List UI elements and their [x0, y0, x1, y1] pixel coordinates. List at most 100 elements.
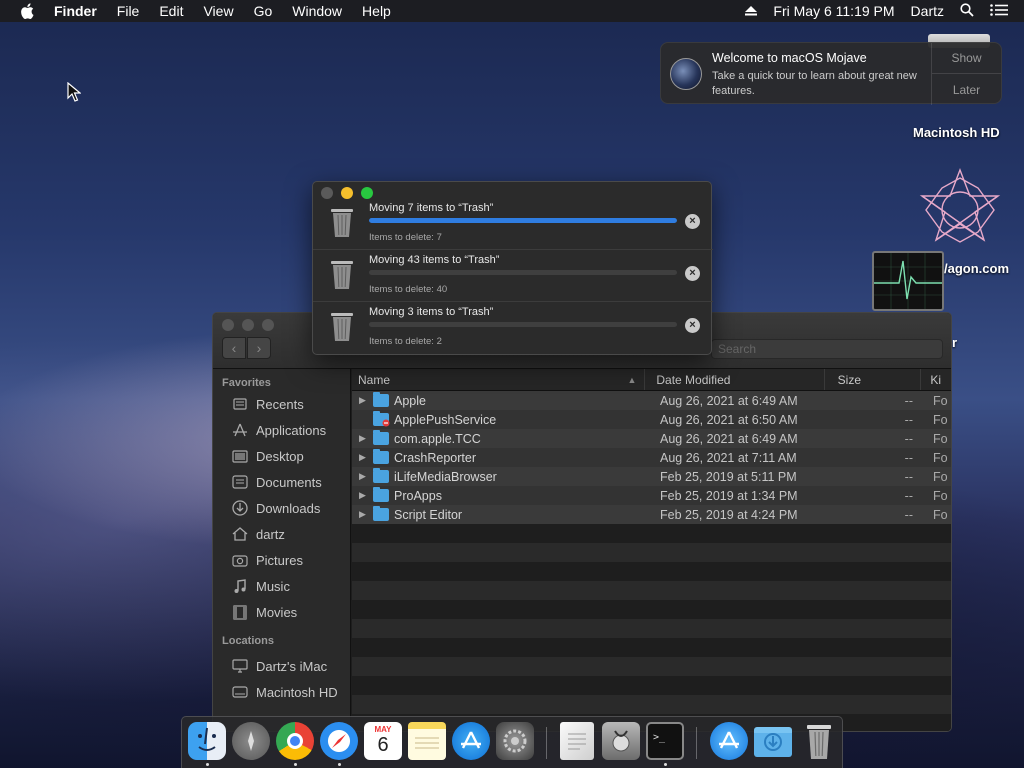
menu-clock[interactable]: Fri May 6 11:19 PM — [773, 3, 894, 19]
file-size: -- — [904, 431, 913, 446]
column-header-date[interactable]: Date Modified — [645, 369, 825, 390]
column-size-label: Size — [837, 372, 862, 387]
move-task: Moving 3 items to “Trash” Items to delet… — [313, 302, 713, 354]
launchpad-dock-icon[interactable] — [232, 722, 270, 760]
desktop-icon-label-hd[interactable]: Macintosh HD — [913, 125, 1000, 140]
apple-logo-icon[interactable] — [20, 3, 38, 19]
search-input[interactable]: Search — [711, 339, 943, 359]
file-list: Name ▲ Date Modified Size Ki ▶ Apple Aug 26… — [352, 369, 951, 731]
disclosure-triangle-icon[interactable]: ▶ — [359, 395, 373, 406]
chevron-left-icon: ‹ — [231, 340, 237, 356]
sidebar-item-desktop[interactable]: Desktop — [213, 443, 350, 469]
close-icon: × — [689, 267, 696, 279]
table-row[interactable]: ▶ com.apple.TCC Aug 26, 2021 at 6:49 AM -- F… — [352, 429, 951, 448]
zoom-window-button[interactable] — [262, 319, 274, 331]
finder-dock-icon[interactable] — [188, 722, 226, 760]
cancel-task-button[interactable]: × — [685, 318, 700, 333]
table-row[interactable]: ApplePushService Aug 26, 2021 at 6:50 AM -… — [352, 410, 951, 429]
table-row[interactable]: ▶ Apple Aug 26, 2021 at 6:49 AM -- Fo — [352, 391, 951, 410]
table-row[interactable]: ▶ Script Editor Feb 25, 2019 at 4:24 PM -- F… — [352, 505, 951, 524]
disk-utility-dock-icon[interactable] — [602, 722, 640, 760]
sidebar-item-downloads[interactable]: Downloads — [213, 495, 350, 521]
spotlight-search-icon[interactable] — [960, 2, 974, 20]
disclosure-triangle-icon[interactable]: ▶ — [359, 452, 373, 463]
close-window-button[interactable] — [222, 319, 234, 331]
table-row[interactable]: ▶ iLifeMediaBrowser Feb 25, 2019 at 5:11 P… — [352, 467, 951, 486]
disclosure-triangle-icon[interactable]: ▶ — [359, 471, 373, 482]
sidebar-item-movies[interactable]: Movies — [213, 599, 350, 625]
terminal-dock-icon[interactable]: >_ — [646, 722, 684, 760]
cancel-task-button[interactable]: × — [685, 214, 700, 229]
sidebar-item-applications[interactable]: Applications — [213, 417, 350, 443]
back-button[interactable]: ‹ — [222, 337, 246, 359]
task-progress-bar — [369, 322, 677, 327]
folder-icon — [373, 449, 389, 464]
table-row[interactable]: ▶ ProApps Feb 25, 2019 at 1:34 PM -- Fo — [352, 486, 951, 505]
file-name: com.apple.TCC — [394, 431, 481, 446]
svg-text:>_: >_ — [653, 732, 666, 743]
sidebar-item-label: Dartz's iMac — [256, 658, 328, 674]
notification-show-button[interactable]: Show — [932, 43, 1001, 74]
sidebar-item-documents[interactable]: Documents — [213, 469, 350, 495]
menu-help[interactable]: Help — [362, 3, 391, 19]
file-date: Feb 25, 2019 at 1:34 PM — [660, 488, 798, 503]
notification-later-button[interactable]: Later — [932, 74, 1001, 105]
system-preferences-dock-icon[interactable] — [496, 722, 534, 760]
sidebar-item-label: dartz — [256, 526, 285, 542]
disclosure-triangle-icon[interactable]: ▶ — [359, 433, 373, 444]
menu-user[interactable]: Dartz — [911, 3, 944, 19]
calendar-dock-icon[interactable]: MAY 6 — [364, 722, 402, 760]
task-title: Moving 7 items to “Trash” — [369, 202, 494, 214]
sidebar-item-home[interactable]: dartz — [213, 521, 350, 547]
file-kind: Fo — [933, 450, 948, 465]
chrome-dock-icon[interactable] — [276, 722, 314, 760]
star-polygon-icon[interactable] — [918, 168, 1002, 252]
forward-button[interactable]: › — [247, 337, 271, 359]
folder-icon — [373, 392, 389, 407]
file-date: Feb 25, 2019 at 5:11 PM — [660, 469, 797, 484]
sidebar-item-macintosh-hd[interactable]: Macintosh HD — [213, 679, 350, 705]
notes-dock-icon[interactable] — [408, 722, 446, 760]
menu-file[interactable]: File — [117, 3, 140, 19]
sidebar-item-imac[interactable]: Dartz's iMac — [213, 653, 350, 679]
notification-center-icon[interactable] — [990, 3, 1008, 19]
minimize-window-button[interactable] — [242, 319, 254, 331]
safari-dock-icon[interactable] — [320, 722, 358, 760]
cancel-task-button[interactable]: × — [685, 266, 700, 281]
trash-icon — [331, 261, 353, 289]
trash-icon — [331, 209, 353, 237]
column-header-name[interactable]: Name ▲ — [352, 369, 646, 390]
applications-folder-dock-icon[interactable] — [710, 722, 748, 760]
trash-dock-icon[interactable] — [800, 722, 838, 760]
sidebar-item-recents[interactable]: Recents — [213, 391, 350, 417]
table-row[interactable]: ▶ CrashReporter Aug 26, 2021 at 7:11 AM -- F… — [352, 448, 951, 467]
menu-edit[interactable]: Edit — [159, 3, 183, 19]
sidebar-item-pictures[interactable]: Pictures — [213, 547, 350, 573]
column-header-kind[interactable]: Ki — [921, 369, 951, 390]
file-size: -- — [904, 469, 913, 484]
finder-sidebar: Favorites Recents Applications Desktop D… — [213, 369, 351, 731]
welcome-notification[interactable]: Welcome to macOS Mojave Take a quick tou… — [660, 42, 1002, 105]
menu-app-name[interactable]: Finder — [54, 3, 97, 19]
file-kind: Fo — [933, 412, 948, 427]
calendar-day: 6 — [377, 734, 389, 756]
disclosure-triangle-icon[interactable]: ▶ — [359, 490, 373, 501]
disclosure-triangle-icon[interactable]: ▶ — [359, 509, 373, 520]
downloads-folder-dock-icon[interactable] — [754, 727, 792, 757]
eject-icon[interactable] — [745, 3, 758, 19]
column-header-size[interactable]: Size — [825, 369, 922, 390]
file-name: ProApps — [394, 488, 442, 503]
sidebar-item-music[interactable]: Music — [213, 573, 350, 599]
menu-go[interactable]: Go — [254, 3, 273, 19]
desktop-icon-label-monitor[interactable]: r — [952, 335, 957, 350]
file-kind: Fo — [933, 469, 948, 484]
menu-window[interactable]: Window — [292, 3, 342, 19]
app-store-dock-icon[interactable] — [452, 722, 490, 760]
desktop-icon-label-website[interactable]: /agon.com — [944, 261, 1009, 276]
textedit-dock-icon[interactable] — [560, 722, 594, 760]
menu-view[interactable]: View — [203, 3, 233, 19]
column-name-label: Name — [358, 372, 391, 387]
activity-monitor-icon[interactable] — [872, 251, 944, 311]
music-icon — [231, 578, 249, 593]
move-task: Moving 43 items to “Trash” Items to dele… — [313, 250, 713, 302]
